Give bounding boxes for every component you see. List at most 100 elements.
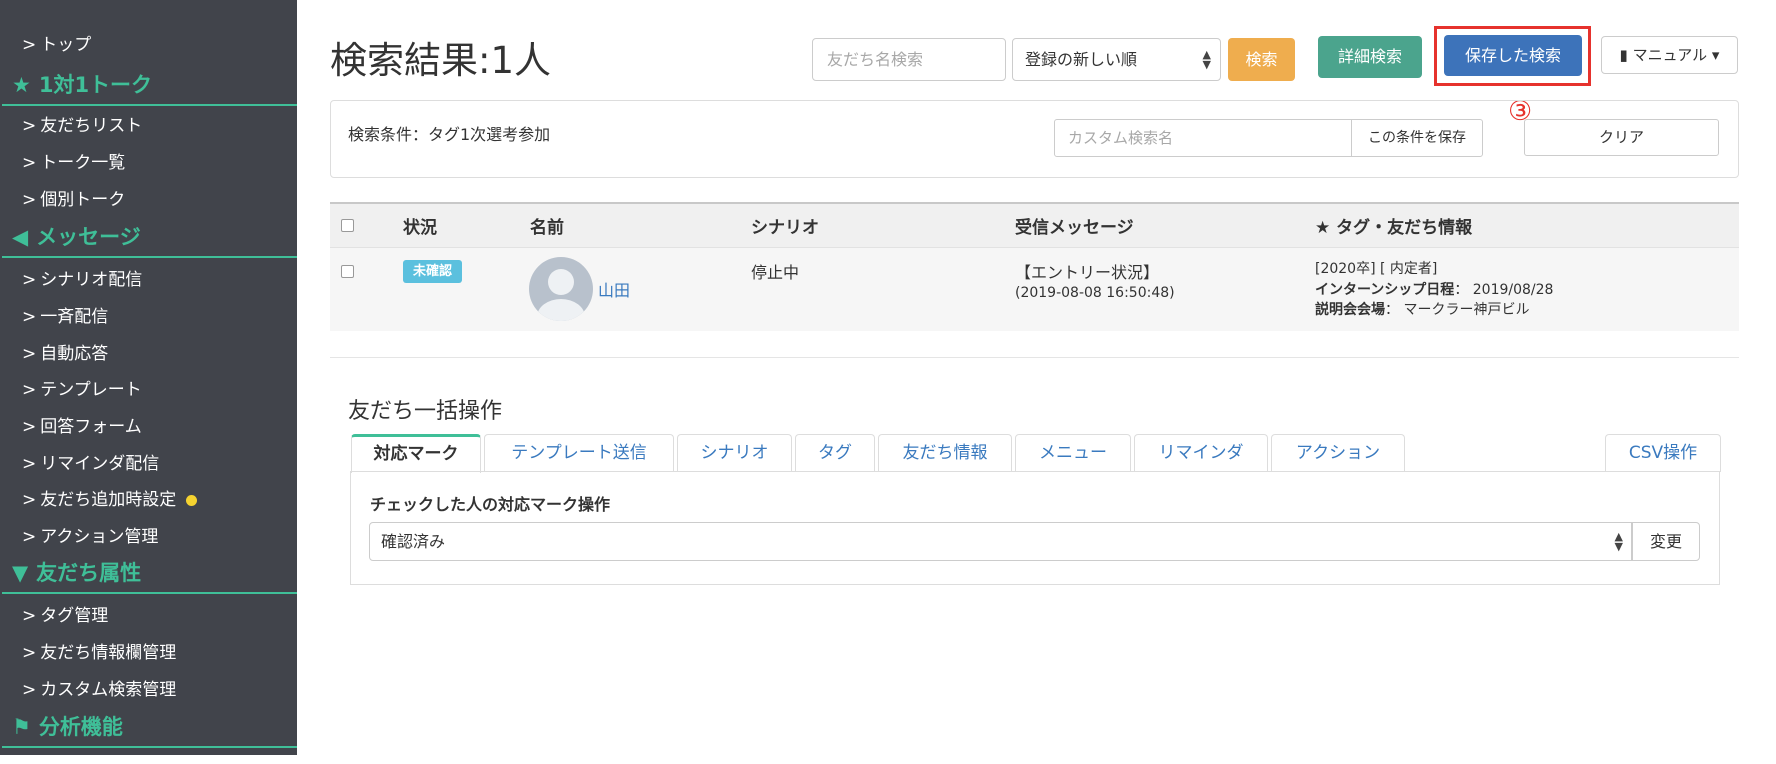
info-label: インターンシップ日程 xyxy=(1315,282,1455,298)
info-value: ： 2019/08/28 xyxy=(1454,282,1554,298)
chevron-right-icon: > xyxy=(22,190,37,210)
select-all-checkbox[interactable] xyxy=(341,219,354,232)
chevron-right-icon: > xyxy=(22,643,37,663)
caret-down-icon: ▾ xyxy=(1711,46,1720,64)
column-header-status: 状況 xyxy=(403,218,437,238)
sidebar-item-reminder-delivery[interactable]: > リマインダ配信 xyxy=(22,449,159,474)
select-arrows-icon: ▲ ▼ xyxy=(1202,48,1211,71)
friend-info-internship: インターンシップ日程： 2019/08/28 xyxy=(1315,279,1553,299)
sidebar-item-label: 自動応答 xyxy=(40,344,109,364)
manual-button-label: マニュアル xyxy=(1632,46,1708,64)
sidebar: > トップ ★ 1対1トーク > 友だちリスト > トーク一覧 > 個別トーク ◀ メッセー… xyxy=(0,0,297,755)
section-divider xyxy=(330,357,1739,358)
select-arrows-icon: ▲ ▼ xyxy=(1614,530,1623,553)
sidebar-item-tag-management[interactable]: > タグ管理 xyxy=(22,601,108,626)
sidebar-item-label: 友だち追加時設定 xyxy=(40,490,177,510)
page-title: 検索結果:1人 xyxy=(330,39,552,82)
sidebar-item-label: テンプレート xyxy=(40,380,142,400)
chevron-right-icon: > xyxy=(22,417,37,437)
received-message[interactable]: 【エントリー状況】 xyxy=(1015,259,1159,283)
star-icon: ★ xyxy=(12,73,31,97)
tag-list: [2020卒] [ 内定者] xyxy=(1315,261,1438,277)
search-button[interactable]: 検索 xyxy=(1228,38,1295,81)
sidebar-item-label: カスタム検索管理 xyxy=(40,680,177,700)
sidebar-section-label: 1対1トーク xyxy=(38,73,153,97)
tab-menu[interactable]: メニュー xyxy=(1015,434,1131,472)
friend-name-link[interactable]: 山田 xyxy=(598,277,630,301)
custom-search-name-input[interactable] xyxy=(1054,119,1352,157)
sidebar-item-scenario-delivery[interactable]: > シナリオ配信 xyxy=(22,265,142,290)
sidebar-item-friend-info-management[interactable]: > 友だち情報欄管理 xyxy=(22,638,176,663)
sidebar-section-attributes: ▼ 友だち属性 xyxy=(12,557,141,587)
chevron-right-icon: > xyxy=(22,307,37,327)
sidebar-item-auto-reply[interactable]: > 自動応答 xyxy=(22,339,108,364)
sidebar-item-talk-list[interactable]: > トーク一覧 xyxy=(22,148,125,173)
detail-search-button[interactable]: 詳細検索 xyxy=(1318,36,1422,78)
sidebar-item-label: 個別トーク xyxy=(40,190,126,210)
sidebar-divider xyxy=(2,104,297,106)
column-header-received-message: 受信メッセージ xyxy=(1015,218,1134,238)
chevron-right-icon: > xyxy=(22,680,37,700)
sidebar-item-label: トーク一覧 xyxy=(40,153,126,173)
sidebar-item-friend-list[interactable]: > 友だちリスト xyxy=(22,111,142,136)
sidebar-item-custom-search-management[interactable]: > カスタム検索管理 xyxy=(22,675,176,700)
friend-name-search-input[interactable] xyxy=(812,38,1006,81)
sidebar-item-top[interactable]: > トップ xyxy=(22,30,91,55)
response-mark-value: 確認済み xyxy=(381,532,446,551)
clear-button[interactable]: クリア xyxy=(1524,119,1719,156)
tab-action[interactable]: アクション xyxy=(1271,434,1405,472)
chevron-right-icon: > xyxy=(22,116,37,136)
sidebar-section-label: メッセージ xyxy=(36,225,141,249)
panel-label: チェックした人の対応マーク操作 xyxy=(370,495,611,514)
change-button[interactable]: 変更 xyxy=(1632,522,1700,561)
column-header-scenario: シナリオ xyxy=(751,218,819,238)
tab-scenario[interactable]: シナリオ xyxy=(677,434,792,472)
chevron-right-icon: > xyxy=(22,270,37,290)
sort-order-value: 登録の新しい順 xyxy=(1025,50,1138,69)
notification-dot xyxy=(186,494,198,506)
sidebar-item-individual-talk[interactable]: > 個別トーク xyxy=(22,185,125,210)
scenario-status: 停止中 xyxy=(751,263,800,282)
sidebar-item-label: 友だち情報欄管理 xyxy=(40,643,177,663)
tab-template-send[interactable]: テンプレート送信 xyxy=(484,434,674,472)
sidebar-item-broadcast[interactable]: > 一斉配信 xyxy=(22,302,108,327)
tab-csv[interactable]: CSV操作 xyxy=(1605,434,1721,472)
manual-button[interactable]: ▮ マニュアル ▾ xyxy=(1601,36,1738,74)
sidebar-item-answer-form[interactable]: > 回答フォーム xyxy=(22,412,142,437)
sidebar-item-friend-add-settings[interactable]: > 友だち追加時設定 xyxy=(22,485,198,510)
column-header-name: 名前 xyxy=(530,218,564,238)
chevron-right-icon: > xyxy=(22,527,37,547)
tab-friend-info[interactable]: 友だち情報 xyxy=(878,434,1012,472)
sort-order-select[interactable]: 登録の新しい順 ▲ ▼ xyxy=(1012,38,1221,81)
chevron-right-icon: > xyxy=(22,35,37,55)
sidebar-item-label: 回答フォーム xyxy=(40,417,142,437)
tab-tag[interactable]: タグ xyxy=(795,434,875,472)
sidebar-item-template[interactable]: > テンプレート xyxy=(22,375,142,400)
sidebar-section-analysis: ⚑ 分析機能 xyxy=(12,711,123,741)
sidebar-item-label: 友だちリスト xyxy=(40,116,143,136)
tab-reminder[interactable]: リマインダ xyxy=(1134,434,1268,472)
chevron-right-icon: > xyxy=(22,490,37,510)
chevron-right-icon: > xyxy=(22,344,37,364)
saved-search-button[interactable]: 保存した検索 xyxy=(1444,35,1582,76)
chevron-right-icon: > xyxy=(22,454,37,474)
book-icon: ▮ xyxy=(1619,46,1628,64)
avatar[interactable] xyxy=(529,257,593,321)
sidebar-item-action-management[interactable]: > アクション管理 xyxy=(22,522,158,547)
save-condition-button[interactable]: この条件を保存 xyxy=(1351,119,1483,157)
status-badge: 未確認 xyxy=(403,260,462,283)
response-mark-select[interactable]: 確認済み ▲ ▼ xyxy=(369,522,1632,561)
info-label: 説明会会場 xyxy=(1315,302,1385,318)
megaphone-icon: ◀ xyxy=(12,225,29,249)
sidebar-item-label: アクション管理 xyxy=(40,527,159,547)
friend-info-venue: 説明会会場： マークラー神戸ビル xyxy=(1315,299,1529,319)
sidebar-section-message: ◀ メッセージ xyxy=(12,221,141,251)
sidebar-divider xyxy=(2,746,297,748)
sidebar-section-talk: ★ 1対1トーク xyxy=(12,69,152,99)
sidebar-item-label: シナリオ配信 xyxy=(40,270,143,290)
tab-response-mark[interactable]: 対応マーク xyxy=(351,434,481,473)
row-checkbox[interactable] xyxy=(341,265,354,278)
sidebar-item-label: タグ管理 xyxy=(40,606,109,626)
bulk-operations-title: 友だち一括操作 xyxy=(348,399,503,424)
info-value: ： マークラー神戸ビル xyxy=(1385,302,1530,318)
